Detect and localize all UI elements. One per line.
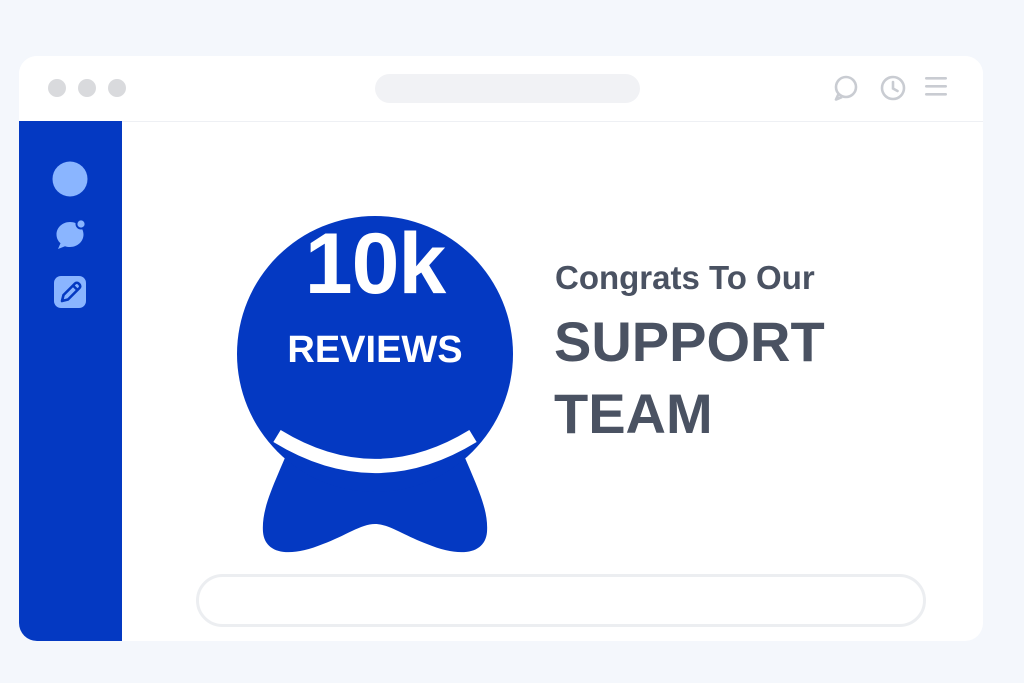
address-bar[interactable] bbox=[375, 74, 640, 103]
headline-line-2: TEAM bbox=[554, 382, 713, 445]
headline-line-1: SUPPORT bbox=[554, 310, 825, 373]
menu-icon[interactable] bbox=[924, 74, 948, 103]
congrats-intro: Congrats To Our bbox=[555, 259, 815, 296]
edit-icon[interactable] bbox=[52, 274, 88, 315]
review-label: REVIEWS bbox=[287, 329, 463, 371]
search-icon[interactable] bbox=[832, 74, 860, 107]
message-input[interactable] bbox=[196, 574, 926, 627]
window-control-close[interactable] bbox=[48, 79, 66, 97]
review-count: 10k bbox=[304, 216, 447, 312]
avatar-circle-icon[interactable] bbox=[52, 161, 88, 202]
chat-bubble-icon[interactable] bbox=[52, 217, 88, 258]
browser-window: 10k REVIEWS Congrats To Our SUPPORT TEAM bbox=[19, 56, 983, 641]
sidebar bbox=[19, 121, 122, 641]
window-control-minimize[interactable] bbox=[78, 79, 96, 97]
headline: SUPPORT TEAM bbox=[554, 306, 825, 450]
title-bar bbox=[19, 56, 983, 122]
clock-icon[interactable] bbox=[879, 74, 907, 107]
window-control-maximize[interactable] bbox=[108, 79, 126, 97]
